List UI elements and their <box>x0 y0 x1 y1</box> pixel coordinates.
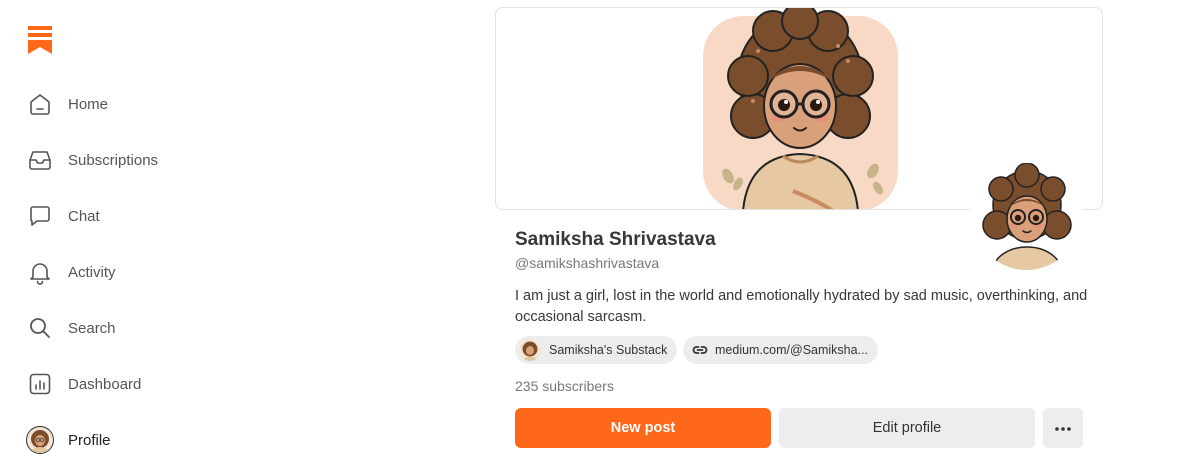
avatar-icon <box>26 426 54 454</box>
sidebar: Home Subscriptions Chat Activity Search … <box>0 0 260 467</box>
profile-avatar[interactable] <box>970 160 1083 273</box>
subscriber-count: 235 subscribers <box>515 378 614 394</box>
profile-name: Samiksha Shrivastava <box>515 229 716 250</box>
profile-handle: @samikshashrivastava <box>515 255 660 271</box>
dashboard-icon <box>26 370 54 398</box>
sidebar-item-activity[interactable]: Activity <box>26 252 246 292</box>
chip-label: medium.com/@Samiksha... <box>715 343 869 357</box>
search-icon <box>26 314 54 342</box>
link-icon <box>691 341 709 359</box>
sidebar-item-label: Profile <box>68 431 111 449</box>
sidebar-item-label: Chat <box>68 207 100 225</box>
sidebar-item-search[interactable]: Search <box>26 308 246 348</box>
sidebar-item-profile[interactable]: Profile <box>26 420 246 460</box>
substack-logo-icon[interactable] <box>28 26 52 54</box>
sidebar-item-label: Subscriptions <box>68 151 159 169</box>
substack-link-chip[interactable]: Samiksha's Substack <box>515 336 678 364</box>
inbox-icon <box>26 146 54 174</box>
bell-icon <box>26 258 54 286</box>
sidebar-item-label: Activity <box>68 263 116 281</box>
sidebar-item-chat[interactable]: Chat <box>26 196 246 236</box>
chat-bubble-icon <box>26 202 54 230</box>
sidebar-item-home[interactable]: Home <box>26 84 246 124</box>
sidebar-item-label: Dashboard <box>68 375 142 393</box>
new-post-button[interactable]: New post <box>515 408 771 448</box>
sidebar-item-subscriptions[interactable]: Subscriptions <box>26 140 246 180</box>
medium-link-chip[interactable]: medium.com/@Samiksha... <box>683 336 879 364</box>
more-options-button[interactable] <box>1043 408 1083 448</box>
banner-illustration <box>698 8 903 209</box>
chip-label: Samiksha's Substack <box>549 343 668 357</box>
avatar-icon <box>519 339 541 361</box>
profile-bio: I am just a girl, lost in the world and … <box>515 288 1088 325</box>
sidebar-item-label: Search <box>68 319 116 337</box>
home-icon <box>26 90 54 118</box>
sidebar-item-dashboard[interactable]: Dashboard <box>26 364 246 404</box>
ellipsis-icon <box>1054 420 1072 436</box>
edit-profile-button[interactable]: Edit profile <box>779 408 1035 448</box>
sidebar-item-label: Home <box>68 95 109 113</box>
